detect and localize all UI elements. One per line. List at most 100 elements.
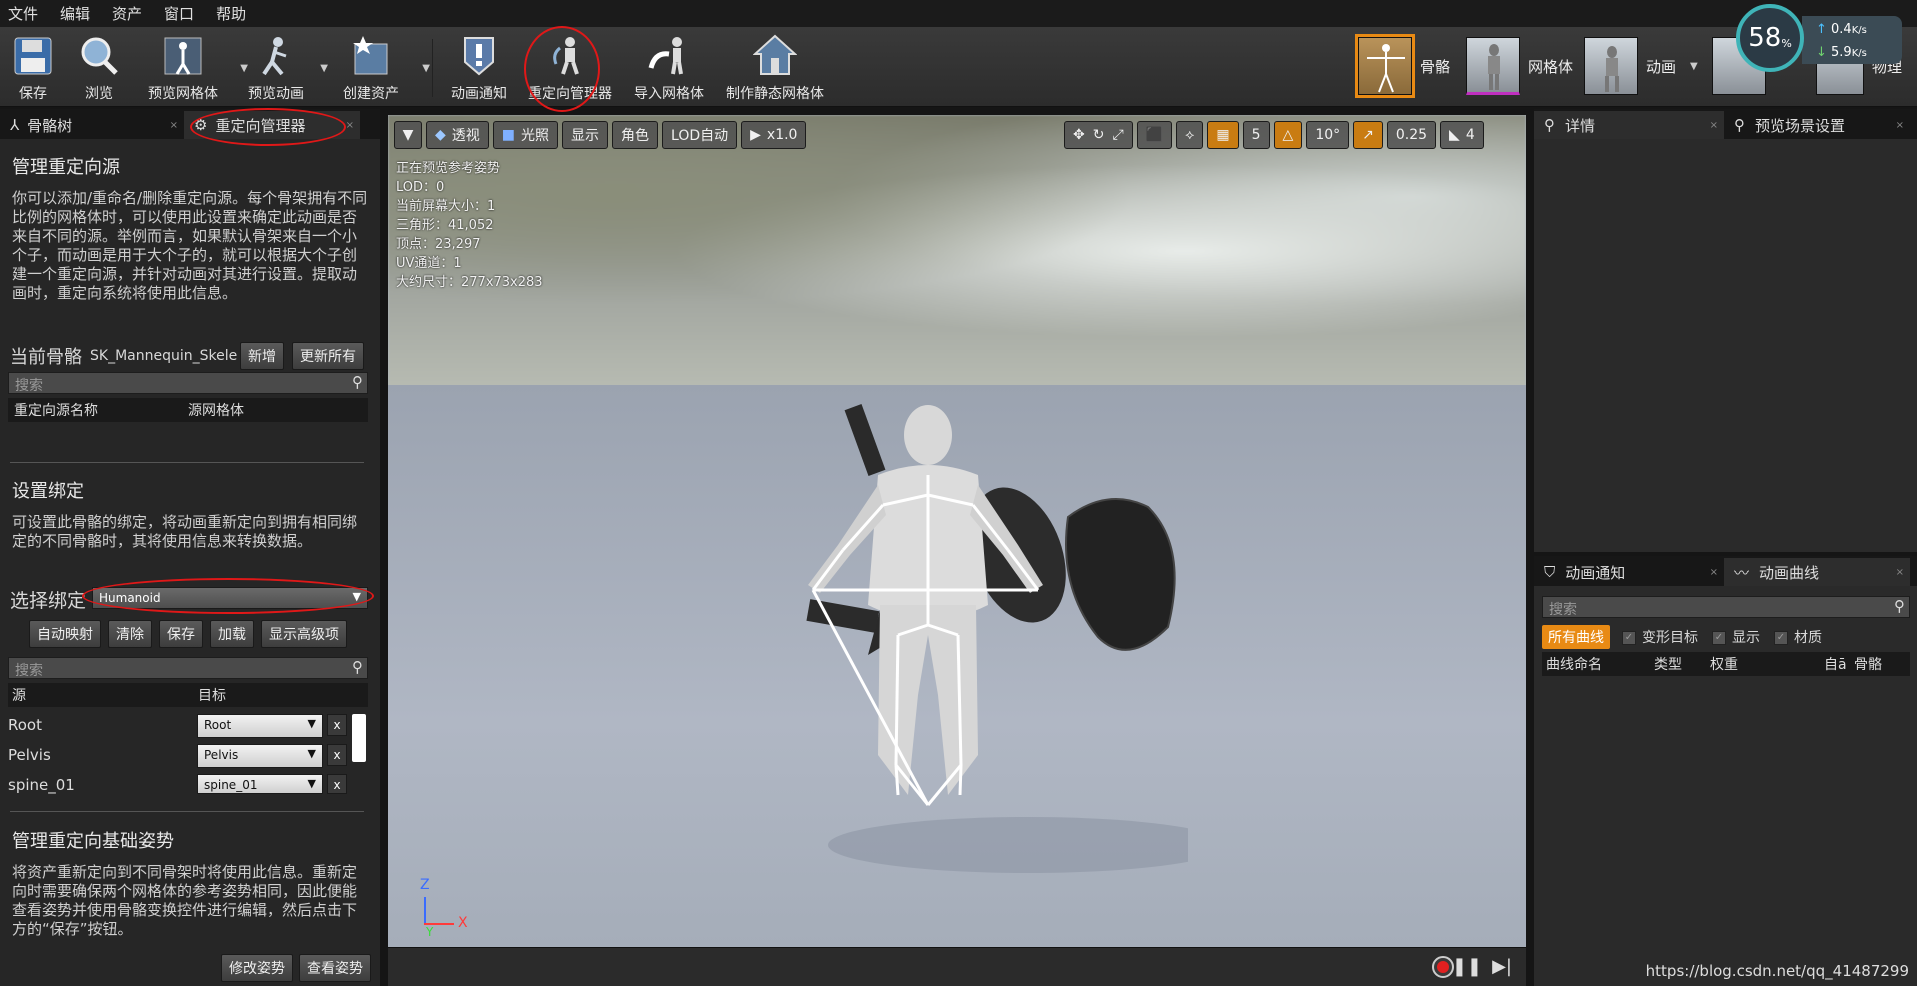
grid-snap-button[interactable]: ▦ xyxy=(1207,121,1239,149)
save-button[interactable]: 保存 xyxy=(8,31,58,103)
anim-curves-panel: ⛉ 动画通知 × 〰 动画曲线 × 搜索 ⚲ 所有曲线 ✓ 变形目标 ✓ 显示 ✓ 材… xyxy=(1534,556,1917,986)
close-icon[interactable]: × xyxy=(1896,120,1904,131)
col-source-mesh[interactable]: 源网格体 xyxy=(188,400,244,420)
world-local-button[interactable]: ⬛ xyxy=(1136,121,1173,149)
map-row-target-dropdown[interactable]: spine_01 ▼ xyxy=(197,774,323,794)
material-filter[interactable]: ✓ 材质 xyxy=(1774,627,1822,647)
base-pose-desc: 将资产重新定向到不同骨架时将使用此信息。重新定向时需要确保两个网格体的参考姿势相… xyxy=(12,863,358,938)
all-curves-filter[interactable]: 所有曲线 xyxy=(1542,625,1610,649)
col-weight[interactable]: 权重 xyxy=(1710,654,1824,674)
col-source-name[interactable]: 重定向源名称 xyxy=(8,400,188,420)
grid-size-value[interactable]: 5 xyxy=(1242,121,1270,149)
map-row-clear-button[interactable]: x xyxy=(327,714,347,736)
menu-edit[interactable]: 编辑 xyxy=(60,3,90,24)
close-icon[interactable]: × xyxy=(1710,567,1718,578)
save-rig-button[interactable]: 保存 xyxy=(159,620,203,648)
playback-speed-button[interactable]: ▶ x1.0 xyxy=(741,121,807,149)
tab-anim-notify[interactable]: ⛉ 动画通知 × xyxy=(1534,558,1724,586)
source-search-input[interactable]: 搜索 ⚲ xyxy=(8,372,368,394)
chevron-down-icon[interactable]: ▼ xyxy=(422,63,430,74)
scale-size-value[interactable]: 0.25 xyxy=(1386,121,1437,149)
tab-details[interactable]: ⚲ 详情 × xyxy=(1534,111,1724,139)
move-icon[interactable]: ✥ xyxy=(1073,127,1085,143)
browse-button[interactable]: 浏览 xyxy=(74,31,124,103)
annotation-circle xyxy=(524,26,600,112)
mapping-scrollbar[interactable] xyxy=(352,714,366,762)
chevron-down-icon: ▼ xyxy=(307,717,316,730)
section-divider xyxy=(10,462,364,463)
perspective-button[interactable]: ◆ 透视 xyxy=(426,121,489,149)
col-curve-name[interactable]: 曲线命名 xyxy=(1542,654,1654,674)
anim-notify-button[interactable]: 动画通知 xyxy=(446,31,512,103)
rig-search-input[interactable]: 搜索 ⚲ xyxy=(8,657,368,679)
col-bone[interactable]: 骨骼 xyxy=(1854,654,1882,674)
stat-line: UV通道：1 xyxy=(396,256,462,271)
viewport[interactable]: ▼ ◆ 透视 ■ 光照 显示 角色 LOD自动 ▶ x1.0 ✥ ↻ ⤢ ⬛ ⟡ ▦ … xyxy=(388,115,1526,947)
pause-icon[interactable]: ❚❚ xyxy=(1452,956,1482,977)
show-button[interactable]: 显示 xyxy=(562,121,609,149)
create-asset-icon xyxy=(349,33,393,79)
download-arrow-icon: ↓ xyxy=(1816,45,1832,60)
col-type[interactable]: 类型 xyxy=(1654,654,1710,674)
view-pose-button[interactable]: 查看姿势 xyxy=(299,954,371,982)
preview-mesh-button[interactable]: 预览网格体 ▼ xyxy=(138,31,248,103)
tab-preview-scene[interactable]: ⚲ 预览场景设置 × xyxy=(1724,111,1910,139)
close-icon[interactable]: × xyxy=(346,120,354,131)
close-icon[interactable]: × xyxy=(1896,567,1904,578)
menu-file[interactable]: 文件 xyxy=(8,3,38,24)
preview-anim-button[interactable]: 预览动画 ▼ xyxy=(244,31,328,103)
rotate-icon[interactable]: ↻ xyxy=(1093,127,1105,143)
map-row-target-dropdown[interactable]: Pelvis ▼ xyxy=(197,744,323,768)
camera-speed-button[interactable]: ◣ 4 xyxy=(1440,121,1484,149)
surface-snap-button[interactable]: ⟡ xyxy=(1176,121,1204,149)
record-button[interactable] xyxy=(1432,956,1454,978)
viewport-toolbar-right: ✥ ↻ ⤢ ⬛ ⟡ ▦ 5 △ 10° ↗ 0.25 ◣ 4 xyxy=(1064,121,1488,149)
col-auto[interactable]: 自ā xyxy=(1824,654,1850,674)
morph-target-filter[interactable]: ✓ 变形目标 xyxy=(1622,627,1698,647)
tab-anim-curves-label: 动画曲线 xyxy=(1759,563,1820,582)
lit-button[interactable]: ■ 光照 xyxy=(492,121,559,149)
mode-mesh-label: 网格体 xyxy=(1528,57,1574,76)
menu-help[interactable]: 帮助 xyxy=(216,3,246,24)
add-source-button[interactable]: 新增 xyxy=(240,342,284,370)
playback-speed-label: x1.0 xyxy=(766,127,798,143)
make-static-mesh-button[interactable]: 制作静态网格体 xyxy=(722,31,828,103)
curve-search-input[interactable]: 搜索 ⚲ xyxy=(1542,596,1910,618)
update-all-button[interactable]: 更新所有 xyxy=(292,342,364,370)
display-filter[interactable]: ✓ 显示 xyxy=(1712,627,1760,647)
load-rig-button[interactable]: 加载 xyxy=(210,620,254,648)
map-row-clear-button[interactable]: x xyxy=(327,744,347,766)
map-row-target-dropdown[interactable]: Root ▼ xyxy=(197,714,323,738)
stat-line: 三角形：41,052 xyxy=(396,218,494,233)
col-target[interactable]: 目标 xyxy=(198,685,226,705)
auto-map-button[interactable]: 自动映射 xyxy=(29,620,101,648)
mode-mesh-button[interactable]: 网格体 xyxy=(1466,35,1573,97)
mode-animation-button[interactable]: 动画 ▼ xyxy=(1584,35,1698,97)
close-icon[interactable]: × xyxy=(170,120,178,131)
import-mesh-button[interactable]: 导入网格体 xyxy=(630,31,708,103)
scale-icon[interactable]: ⤢ xyxy=(1112,127,1123,143)
character-button[interactable]: 角色 xyxy=(612,121,659,149)
checkbox-icon: ✓ xyxy=(1774,631,1788,645)
col-source[interactable]: 源 xyxy=(8,685,198,705)
chevron-down-icon[interactable]: ▼ xyxy=(1690,61,1698,72)
network-speed-widget: ↑ 0.4K/s ↓ 5.9K/s 58% xyxy=(1736,4,1916,72)
menu-window[interactable]: 窗口 xyxy=(164,3,194,24)
clear-button[interactable]: 清除 xyxy=(108,620,152,648)
chevron-down-icon[interactable]: ▼ xyxy=(320,63,328,74)
mode-skeleton-button[interactable]: 骨骼 xyxy=(1355,34,1450,98)
map-row-clear-button[interactable]: x xyxy=(327,774,347,794)
step-forward-icon[interactable]: ▶| xyxy=(1492,956,1512,977)
modify-pose-button[interactable]: 修改姿势 xyxy=(221,954,293,982)
create-asset-button[interactable]: 创建资产 ▼ xyxy=(332,31,430,103)
menu-asset[interactable]: 资产 xyxy=(112,3,142,24)
rotation-snap-button[interactable]: △ xyxy=(1273,121,1303,149)
close-icon[interactable]: × xyxy=(1710,120,1718,131)
viewport-options-button[interactable]: ▼ xyxy=(394,121,422,149)
tab-skeleton-tree[interactable]: ⅄ 骨骼树 × xyxy=(0,111,184,139)
rotation-size-value[interactable]: 10° xyxy=(1306,121,1350,149)
lod-auto-button[interactable]: LOD自动 xyxy=(662,121,738,149)
scale-snap-button[interactable]: ↗ xyxy=(1353,121,1383,149)
show-advanced-button[interactable]: 显示高级项 xyxy=(261,620,347,648)
tab-anim-curves[interactable]: 〰 动画曲线 × xyxy=(1724,558,1910,586)
